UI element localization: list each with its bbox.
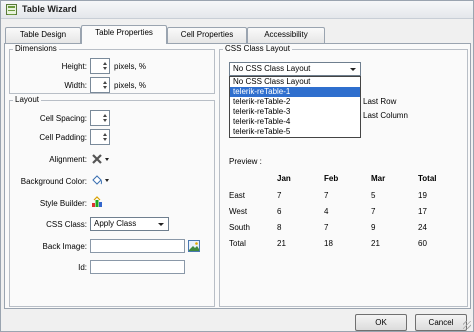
cell-padding-stepper[interactable]: [90, 129, 110, 145]
css-class-layout-value: No CSS Class Layout: [233, 64, 311, 73]
height-stepper[interactable]: [90, 58, 110, 74]
column-header: Feb: [324, 174, 339, 183]
image-browse-icon: [188, 240, 200, 252]
row-label: West: [229, 207, 248, 216]
background-color-picker[interactable]: [91, 174, 111, 186]
tab-accessibility[interactable]: Accessibility: [247, 27, 325, 43]
style-builder-label: Style Builder:: [39, 199, 87, 208]
table-cell: 7: [371, 207, 376, 216]
css-class-layout-title: CSS Class Layout: [223, 44, 292, 53]
preview-label: Preview :: [229, 157, 262, 166]
increment-icon[interactable]: [103, 81, 107, 84]
table-cell: 21: [371, 239, 380, 248]
height-unit: pixels, %: [114, 62, 147, 71]
decrement-icon[interactable]: [103, 138, 107, 141]
list-item[interactable]: telerik-reTable-5: [230, 127, 360, 137]
paint-bucket-icon: [92, 175, 109, 185]
last-row-label: Last Row: [363, 97, 397, 106]
last-column-label: Last Column: [363, 111, 408, 120]
list-item[interactable]: telerik-reTable-3: [230, 107, 360, 117]
increment-icon[interactable]: [103, 114, 107, 117]
decrement-icon[interactable]: [103, 86, 107, 89]
table-cell: 9: [371, 223, 376, 232]
column-header: Total: [418, 174, 437, 183]
width-unit: pixels, %: [114, 81, 147, 90]
width-stepper[interactable]: [90, 77, 110, 93]
table-wizard-icon: [6, 4, 17, 15]
increment-icon[interactable]: [103, 62, 107, 65]
resize-grip-icon[interactable]: [463, 321, 471, 329]
increment-icon[interactable]: [103, 133, 107, 136]
style-builder-icon: [92, 196, 102, 207]
background-color-label: Background Color:: [20, 177, 87, 186]
back-image-field[interactable]: [90, 239, 185, 253]
table-cell: 4: [324, 207, 329, 216]
table-cell: 5: [371, 191, 376, 200]
css-class-layout-select[interactable]: No CSS Class Layout: [229, 62, 361, 76]
no-alignment-icon: [92, 154, 109, 164]
dimensions-group: Dimensions Height: pixels, % Width: pixe…: [9, 44, 215, 94]
table-cell: 24: [418, 223, 427, 232]
title-bar: Table Wizard: [1, 1, 473, 19]
cell-spacing-label: Cell Spacing:: [39, 114, 87, 123]
list-item[interactable]: telerik-reTable-2: [230, 97, 360, 107]
back-image-browse-button[interactable]: [188, 240, 200, 252]
dimensions-title: Dimensions: [13, 44, 59, 53]
table-cell: 18: [324, 239, 333, 248]
width-label: Width:: [64, 81, 87, 90]
list-item[interactable]: telerik-reTable-1: [230, 87, 360, 97]
chevron-down-icon: [350, 68, 356, 71]
table-cell: 6: [277, 207, 282, 216]
alignment-label: Alignment:: [49, 155, 87, 164]
table-cell: 8: [277, 223, 282, 232]
alignment-picker[interactable]: [91, 153, 111, 165]
css-class-layout-group: CSS Class Layout No CSS Class Layout No …: [219, 44, 468, 307]
id-field[interactable]: [90, 260, 185, 274]
cell-padding-label: Cell Padding:: [39, 133, 87, 142]
tab-table-properties[interactable]: Table Properties: [81, 25, 167, 44]
table-wizard-window: Table Wizard Table Design Table Properti…: [0, 0, 474, 332]
tab-table-design[interactable]: Table Design: [5, 27, 81, 43]
table-cell: 7: [324, 191, 329, 200]
tab-panel: Dimensions Height: pixels, % Width: pixe…: [4, 43, 471, 309]
cell-spacing-stepper[interactable]: [90, 110, 110, 126]
table-cell: 60: [418, 239, 427, 248]
tab-strip: Table Design Table Properties Cell Prope…: [5, 25, 474, 44]
layout-group: Layout Cell Spacing: Cell Padding: Align…: [9, 95, 215, 307]
ok-button[interactable]: OK: [355, 314, 407, 331]
row-label: East: [229, 191, 246, 200]
list-item[interactable]: telerik-reTable-4: [230, 117, 360, 127]
window-title: Table Wizard: [22, 4, 77, 14]
decrement-icon[interactable]: [103, 67, 107, 70]
table-cell: 17: [418, 207, 427, 216]
table-cell: 7: [277, 191, 282, 200]
layout-title: Layout: [13, 95, 42, 104]
css-class-label: CSS Class:: [46, 220, 87, 229]
column-header: Jan: [277, 174, 291, 183]
table-cell: 19: [418, 191, 427, 200]
row-label: Total: [229, 239, 246, 248]
row-label: South: [229, 223, 250, 232]
decrement-icon[interactable]: [103, 119, 107, 122]
back-image-label: Back Image:: [42, 242, 87, 251]
chevron-down-icon: [158, 223, 164, 226]
column-header: Mar: [371, 174, 386, 183]
css-class-layout-list[interactable]: No CSS Class Layout telerik-reTable-1 te…: [229, 76, 361, 138]
css-class-value: Apply Class: [94, 219, 137, 228]
cancel-button[interactable]: Cancel: [415, 314, 467, 331]
css-class-select[interactable]: Apply Class: [90, 217, 169, 231]
height-label: Height:: [61, 62, 87, 71]
table-cell: 21: [277, 239, 286, 248]
style-builder-button[interactable]: [91, 196, 103, 208]
table-cell: 7: [324, 223, 329, 232]
tab-cell-properties[interactable]: Cell Properties: [167, 27, 247, 43]
list-item[interactable]: No CSS Class Layout: [230, 77, 360, 87]
id-label: Id:: [78, 263, 87, 272]
